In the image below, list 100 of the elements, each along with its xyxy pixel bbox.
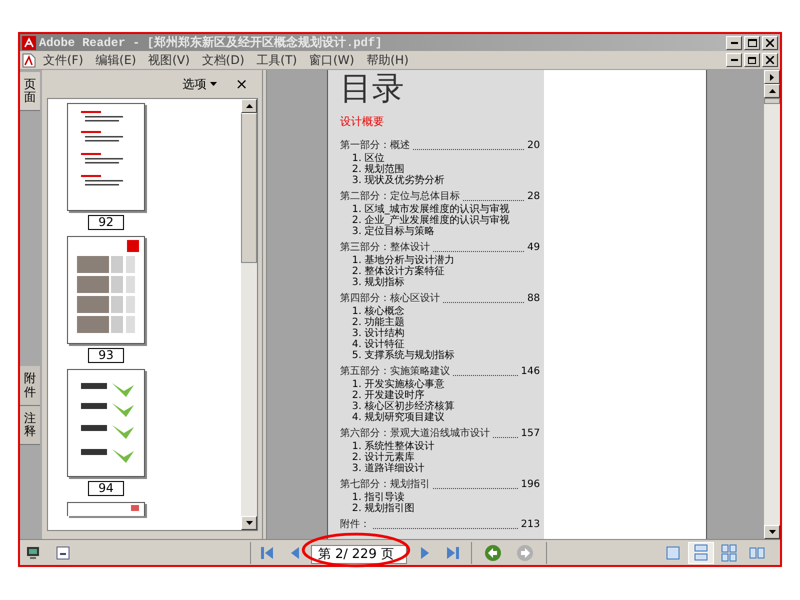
- toc-page-number: 20: [527, 138, 540, 152]
- scroll-up-icon: [768, 89, 776, 93]
- maximize-icon: [748, 38, 756, 46]
- scroll-up-icon: [246, 104, 252, 108]
- toc-heading: 第一部分：概述: [340, 138, 410, 152]
- toc-page-number: 88: [527, 292, 540, 306]
- maximize-button[interactable]: [744, 36, 760, 50]
- scroll-up-button[interactable]: [764, 84, 780, 98]
- page-thumbnail[interactable]: [67, 103, 145, 211]
- toc-page-number: 146: [520, 364, 540, 378]
- page-forward-icon: [770, 74, 774, 80]
- menu-item[interactable]: 文档(D): [196, 52, 250, 68]
- toc-item: 2. 规划指引图: [352, 502, 416, 514]
- toc-heading: 第三部分：整体设计: [340, 240, 430, 254]
- toc-item: 1. 开发实施核心事意: [352, 378, 446, 390]
- caret-icon: [210, 82, 218, 86]
- side-tab[interactable]: 页面: [20, 72, 40, 112]
- next-page-icon[interactable]: [419, 544, 431, 560]
- page-forward-button[interactable]: [764, 70, 780, 84]
- first-page-icon[interactable]: [259, 544, 275, 560]
- page-number-label: 94: [88, 481, 124, 496]
- toc-page-number: 49: [527, 240, 540, 254]
- minimize-icon: [730, 42, 738, 44]
- toc-item: 2. 设计元素库: [352, 452, 416, 462]
- toc-page-number: 28: [527, 190, 540, 204]
- toc-item: 2. 开发建设时序: [352, 390, 426, 400]
- page-number-label: 92: [88, 215, 124, 230]
- toc-page-number: 157: [520, 426, 540, 440]
- toc-item: 2. 功能主题: [352, 316, 406, 328]
- menu-item[interactable]: 窗口(W): [304, 52, 360, 68]
- page-number-label: 93: [88, 348, 124, 363]
- pdf-document-icon: [22, 52, 36, 68]
- page-number-field[interactable]: 第 2/ 229 页: [311, 544, 407, 564]
- close-panel-button[interactable]: ×: [235, 76, 248, 92]
- toc-item: 2. 规划范围: [352, 164, 406, 174]
- last-page-icon[interactable]: [445, 544, 461, 560]
- toc-item: 1. 核心概念: [352, 306, 406, 316]
- document-restore-icon: [748, 56, 756, 64]
- toc-heading: 第六部分：景观大道沿线城市设计: [340, 426, 490, 440]
- page-thumbnail[interactable]: [67, 236, 145, 344]
- page-thumbnail[interactable]: [67, 369, 145, 477]
- page-layout-icon: [692, 544, 710, 562]
- options-dropdown[interactable]: 选项: [182, 75, 218, 93]
- toc-heading: 第二部分：定位与总体目标: [340, 190, 460, 204]
- toc-heading: 第七部分：规划指引: [340, 478, 430, 492]
- side-tab[interactable]: 注释: [20, 406, 40, 446]
- minimize-button[interactable]: [726, 36, 742, 50]
- page-layout-button[interactable]: [688, 542, 714, 564]
- monitor-icon[interactable]: [26, 546, 40, 560]
- toc-item: 4. 规划研究项目建议: [352, 412, 446, 422]
- toc-page-number: 196: [520, 478, 540, 492]
- menu-item[interactable]: 工具(T): [251, 52, 302, 68]
- document-scrollbar[interactable]: [764, 70, 780, 539]
- scrollbar[interactable]: [241, 99, 257, 530]
- document-restore-button[interactable]: [744, 53, 760, 67]
- menu-item[interactable]: 视图(V): [143, 52, 195, 68]
- toc-item: 3. 核心区初步经济核算: [352, 400, 456, 412]
- app-logo-icon: [22, 36, 36, 50]
- toc-item: 1. 区位: [352, 152, 385, 164]
- window-title: Adobe Reader - [郑州郑东新区及经开区概念规划设计.pdf]: [39, 34, 382, 52]
- document-subtitle: 设计概要: [340, 114, 385, 130]
- toc-item: 3. 定位目标与策略: [352, 226, 436, 236]
- page-layout-icon: [664, 544, 682, 562]
- toc-item: 5. 支撑系统与规划指标: [352, 350, 456, 360]
- scroll-down-button[interactable]: [241, 516, 257, 530]
- toc-page-number: 213: [520, 518, 540, 532]
- window-icon[interactable]: [56, 546, 70, 560]
- toc-item: 3. 规划指标: [352, 276, 406, 288]
- toc-item: 4. 设计特征: [352, 338, 406, 350]
- close-button[interactable]: [762, 36, 778, 50]
- toc-item: 1. 系统性整体设计: [352, 440, 436, 452]
- document-minimize-button[interactable]: [726, 53, 742, 67]
- document-close-button[interactable]: [762, 53, 778, 67]
- scroll-down-button[interactable]: [764, 525, 780, 539]
- toc-item: 3. 道路详细设计: [352, 462, 426, 474]
- scroll-thumb[interactable]: [764, 98, 780, 104]
- menu-item[interactable]: 文件(F): [38, 52, 88, 68]
- page-layout-icon: [720, 544, 738, 562]
- toc-item: 3. 现状及优劣势分析: [352, 174, 446, 186]
- document-title: 目录: [340, 70, 404, 106]
- toc-item: 2. 整体设计方案特征: [352, 266, 446, 276]
- document-minimize-icon: [730, 59, 738, 61]
- toc-heading: 第五部分：实施策略建议: [340, 364, 450, 378]
- page-thumbnail[interactable]: [67, 502, 145, 516]
- toc-item: 3. 设计结构: [352, 328, 406, 338]
- scroll-down-icon: [246, 521, 252, 525]
- toc-item: 1. 基地分析与设计潜力: [352, 254, 456, 266]
- close-icon: [766, 38, 774, 46]
- toc-item: 1. 区域_城市发展维度的认识与审视: [352, 204, 511, 214]
- scroll-up-button[interactable]: [241, 99, 257, 113]
- toc-heading: 附件：: [340, 518, 370, 532]
- toc-item: 1. 指引导读: [352, 492, 406, 502]
- document-close-icon: [766, 56, 774, 64]
- side-tab[interactable]: 附件: [20, 366, 40, 406]
- toc-heading: 第四部分：核心区设计: [340, 292, 440, 306]
- menu-item[interactable]: 编辑(E): [90, 52, 142, 68]
- toc-item: 2. 企业_产业发展维度的认识与审视: [352, 214, 511, 226]
- scroll-down-icon: [768, 530, 776, 534]
- previous-page-icon[interactable]: [289, 544, 301, 560]
- menu-item[interactable]: 帮助(H): [361, 52, 414, 68]
